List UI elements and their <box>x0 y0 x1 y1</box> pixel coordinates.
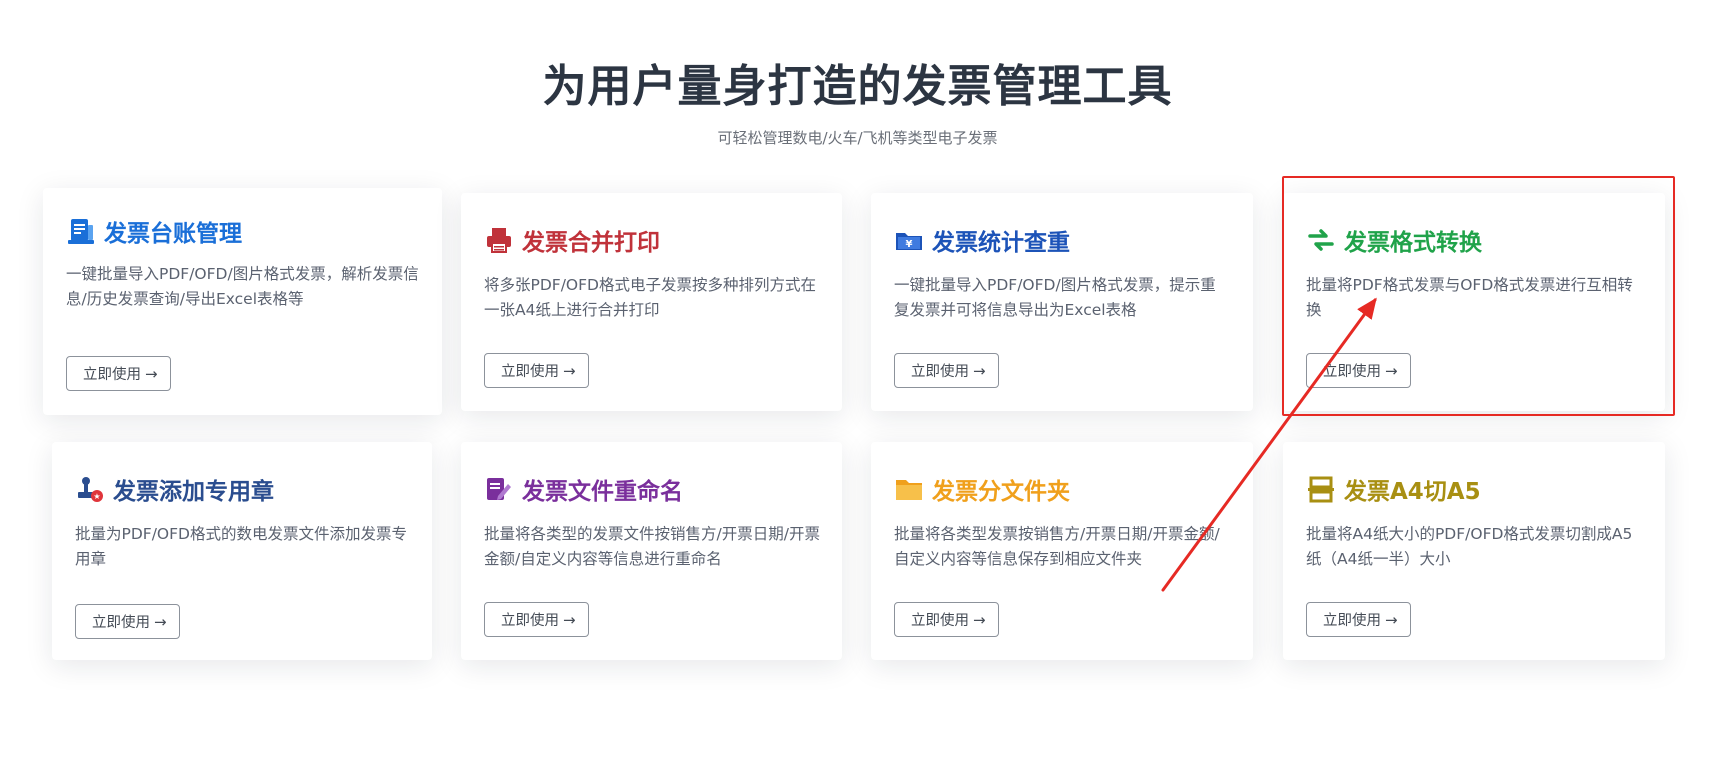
svg-text:¥: ¥ <box>906 239 913 250</box>
button-label: 立即使用 <box>92 615 150 631</box>
use-now-button[interactable]: 立即使用 → <box>1306 602 1411 637</box>
use-now-button[interactable]: 立即使用 → <box>484 602 589 637</box>
card-title-text: 发票A4切A5 <box>1344 479 1481 505</box>
button-label: 立即使用 <box>911 613 969 629</box>
arrow-right-icon: → <box>563 610 576 629</box>
button-label: 立即使用 <box>83 367 141 383</box>
arrow-right-icon: → <box>145 364 158 383</box>
tool-card-statistics: ¥ 发票统计查重 一键批量导入PDF/OFD/图片格式发票，提示重复发票并可将信… <box>871 193 1253 411</box>
page-title: 为用户量身打造的发票管理工具 <box>542 61 1173 112</box>
tool-card-format-convert: 发票格式转换 批量将PDF格式发票与OFD格式发票进行互相转换 立即使用 → <box>1283 193 1665 411</box>
folder-yen-icon: ¥ <box>894 225 924 255</box>
swap-arrows-icon <box>1306 225 1336 255</box>
svg-text:★: ★ <box>93 492 100 501</box>
card-title: ★ 发票添加专用章 <box>75 472 274 506</box>
arrow-right-icon: → <box>563 361 576 380</box>
card-title-text: 发票格式转换 <box>1344 230 1482 256</box>
page: 为用户量身打造的发票管理工具 可轻松管理数电/火车/飞机等类型电子发票 发票台账… <box>0 0 1715 759</box>
arrow-right-icon: → <box>973 361 986 380</box>
use-now-button[interactable]: 立即使用 → <box>484 353 589 388</box>
tool-card-rename: 发票文件重命名 批量将各类型的发票文件按销售方/开票日期/开票金额/自定义内容等… <box>461 442 842 660</box>
arrow-right-icon: → <box>1385 361 1398 380</box>
button-label: 立即使用 <box>501 364 559 380</box>
tool-card-merge-print: 发票合并打印 将多张PDF/OFD格式电子发票按多种排列方式在一张A4纸上进行合… <box>461 193 842 411</box>
use-now-button[interactable]: 立即使用 → <box>894 353 999 388</box>
card-title: 发票格式转换 <box>1306 223 1482 257</box>
card-description: 批量将各类型的发票文件按销售方/开票日期/开票金额/自定义内容等信息进行重命名 <box>484 525 820 568</box>
cut-paper-icon <box>1306 474 1336 504</box>
card-title-text: 发票分文件夹 <box>932 479 1070 505</box>
printer-icon <box>484 225 514 255</box>
use-now-button[interactable]: 立即使用 → <box>66 356 171 391</box>
card-description: 批量为PDF/OFD格式的数电发票文件添加发票专用章 <box>75 525 407 568</box>
folder-icon <box>894 474 924 504</box>
card-title: 发票文件重命名 <box>484 472 683 506</box>
arrow-right-icon: → <box>1385 610 1398 629</box>
card-description: 批量将A4纸大小的PDF/OFD格式发票切割成A5纸（A4纸一半）大小 <box>1306 525 1633 568</box>
card-title: ¥ 发票统计查重 <box>894 223 1070 257</box>
use-now-button[interactable]: 立即使用 → <box>1306 353 1411 388</box>
card-title-text: 发票文件重命名 <box>522 479 683 505</box>
tool-card-a4-to-a5: 发票A4切A5 批量将A4纸大小的PDF/OFD格式发票切割成A5纸（A4纸一半… <box>1283 442 1665 660</box>
tool-card-ledger: 发票台账管理 一键批量导入PDF/OFD/图片格式发票，解析发票信息/历史发票查… <box>43 188 442 415</box>
card-description: 将多张PDF/OFD格式电子发票按多种排列方式在一张A4纸上进行合并打印 <box>484 276 816 319</box>
card-title-text: 发票合并打印 <box>522 230 660 256</box>
card-title: 发票台账管理 <box>66 214 242 248</box>
card-description: 一键批量导入PDF/OFD/图片格式发票，提示重复发票并可将信息导出为Excel… <box>894 276 1216 319</box>
card-title-text: 发票统计查重 <box>932 230 1070 256</box>
card-description: 批量将各类型发票按销售方/开票日期/开票金额/自定义内容等信息保存到相应文件夹 <box>894 525 1220 568</box>
use-now-button[interactable]: 立即使用 → <box>75 604 180 639</box>
button-label: 立即使用 <box>501 613 559 629</box>
arrow-right-icon: → <box>154 612 167 631</box>
arrow-right-icon: → <box>973 610 986 629</box>
ledger-icon <box>66 216 96 246</box>
card-title: 发票分文件夹 <box>894 472 1070 506</box>
button-label: 立即使用 <box>911 364 969 380</box>
button-label: 立即使用 <box>1323 364 1381 380</box>
edit-document-icon <box>484 474 514 504</box>
card-title: 发票合并打印 <box>484 223 660 257</box>
tool-card-folder-split: 发票分文件夹 批量将各类型发票按销售方/开票日期/开票金额/自定义内容等信息保存… <box>871 442 1253 660</box>
card-title: 发票A4切A5 <box>1306 472 1481 506</box>
card-title-text: 发票台账管理 <box>104 221 242 247</box>
card-description: 批量将PDF格式发票与OFD格式发票进行互相转换 <box>1306 276 1633 319</box>
card-description: 一键批量导入PDF/OFD/图片格式发票，解析发票信息/历史发票查询/导出Exc… <box>66 265 419 308</box>
stamp-icon: ★ <box>75 474 105 504</box>
page-subtitle: 可轻松管理数电/火车/飞机等类型电子发票 <box>717 129 998 147</box>
tool-card-stamp: ★ 发票添加专用章 批量为PDF/OFD格式的数电发票文件添加发票专用章 立即使… <box>52 442 432 660</box>
card-title-text: 发票添加专用章 <box>113 479 274 505</box>
use-now-button[interactable]: 立即使用 → <box>894 602 999 637</box>
button-label: 立即使用 <box>1323 613 1381 629</box>
